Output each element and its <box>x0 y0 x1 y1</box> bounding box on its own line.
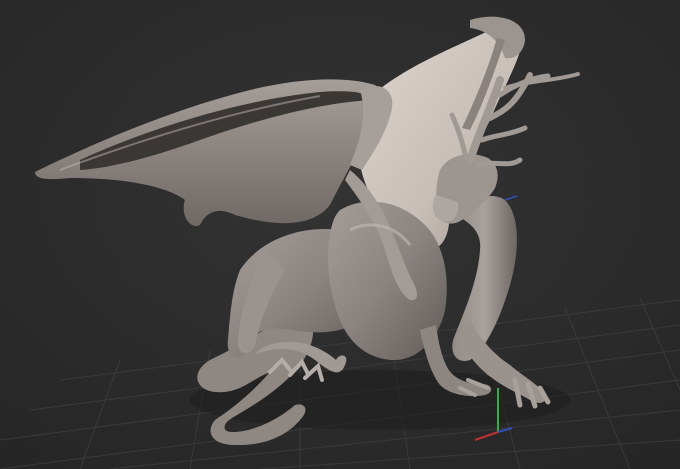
viewport-canvas[interactable] <box>0 0 680 469</box>
3d-viewport[interactable] <box>0 0 680 469</box>
